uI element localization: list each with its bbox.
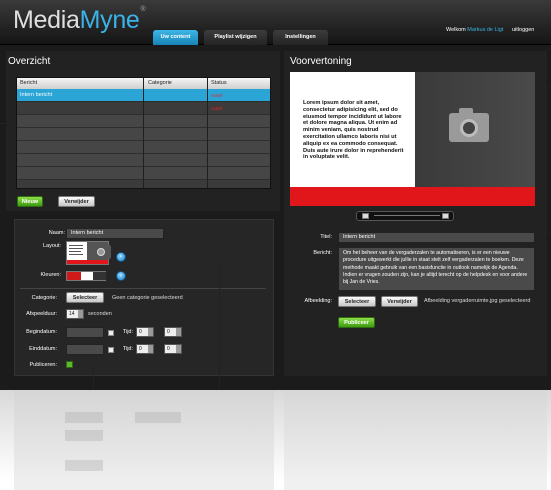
category-status: Geen categorie geselecteerd [112, 295, 183, 301]
begin-tijd-label: Tijd: [122, 329, 133, 335]
reflection-field [65, 412, 103, 423]
color-dark [93, 272, 106, 280]
colors-chevron-icon[interactable]: › [116, 271, 126, 281]
image-status: Afbeelding vergaderruimte.jpg geselectee… [424, 298, 531, 304]
column-bericht[interactable]: Bericht [17, 78, 142, 89]
reflection-field [65, 460, 103, 471]
tab-instellingen[interactable]: Instellingen [273, 30, 328, 45]
titel-input[interactable]: Intern bericht [338, 232, 535, 243]
logout-link[interactable]: uitloggen [512, 27, 534, 33]
cell-bericht [17, 102, 20, 115]
einddatum-label: Einddatum: [29, 346, 57, 352]
begindatum-label: Begindatum: [26, 329, 57, 335]
begindatum-input[interactable] [66, 327, 104, 338]
reflection-area [0, 390, 551, 490]
column-categorie[interactable]: Categorie [145, 78, 207, 89]
reflection-panel [14, 390, 274, 490]
afspeelduur-label: Afspeelduur: [26, 311, 57, 317]
preview-text-area: Lorem ipsum dolor sit amet, consectetur … [290, 72, 415, 187]
reflection-field [135, 412, 181, 423]
column-divider [143, 78, 144, 188]
preview-screen: Lorem ipsum dolor sit amet, consectetur … [290, 72, 535, 206]
new-button[interactable]: Nieuw [17, 196, 43, 207]
publish-button[interactable]: Publiceer [338, 317, 375, 328]
bericht-label: Bericht: [313, 250, 332, 256]
eind-tijd-label: Tijd: [122, 346, 133, 352]
delete-image-button[interactable]: Verwijder [381, 296, 418, 307]
afbeelding-label: Afbeelding: [304, 298, 332, 304]
callout-line [0, 123, 15, 124]
slider-right-handle[interactable] [442, 213, 449, 219]
cell-status: Actief [211, 93, 223, 98]
select-image-button[interactable]: Selecteer [338, 296, 376, 307]
tab-playlist-wijzigen[interactable]: Playlist wijzigen [204, 30, 267, 45]
column-status[interactable]: Status [208, 78, 270, 89]
app-window: MediaMyne® Uw content Playlist wijzigen … [0, 0, 551, 390]
select-category-button[interactable]: Selecteer [66, 292, 104, 303]
divider [20, 288, 266, 289]
einddatum-input[interactable] [66, 344, 104, 355]
logo: MediaMyne® [13, 6, 146, 34]
begin-minute-stepper[interactable]: 0 [164, 327, 182, 337]
slider-left-handle[interactable] [362, 213, 369, 219]
preview-title: Voorvertoning [290, 56, 352, 67]
titel-label: Titel: [320, 234, 332, 240]
naam-label: Naam: [48, 230, 65, 236]
slider-track [374, 215, 440, 216]
eind-minute-stepper[interactable]: 0 [164, 344, 182, 354]
column-divider [207, 78, 208, 188]
camera-icon [91, 245, 111, 259]
publiceren-label: Publiceren: [29, 362, 57, 368]
cell-status: Actief [211, 106, 223, 111]
callout-line [535, 233, 551, 234]
cell-bericht: Intern bericht [20, 92, 53, 98]
begin-hour-stepper[interactable]: 0 [136, 327, 154, 337]
categorie-label: Categorie: [31, 295, 57, 301]
layout-footer-bar [67, 260, 108, 264]
bericht-textarea[interactable]: Om het beheer van de vergaderzalen te au… [338, 247, 535, 291]
eind-hour-stepper[interactable]: 0 [136, 344, 154, 354]
publiceren-checkbox[interactable] [66, 361, 73, 368]
afspeelduur-unit: seconden [88, 311, 112, 317]
color-swatch[interactable] [66, 271, 106, 281]
delete-message-button[interactable]: Verwijder [58, 196, 95, 207]
reflection-field [65, 430, 103, 441]
user-name: Markus de Ligt [467, 27, 504, 33]
preview-footer-bar [290, 187, 535, 206]
tab-uw-content[interactable]: Uw content [153, 30, 198, 45]
layout-label: Layout: [42, 243, 61, 249]
naam-input[interactable]: Intern bericht [66, 228, 164, 239]
preview-slider[interactable] [356, 211, 454, 221]
messages-table: Bericht Categorie Status Intern bericht … [16, 77, 271, 189]
reflection-panel [284, 390, 547, 490]
camera-icon [449, 108, 489, 142]
callout-line [535, 86, 551, 87]
kleuren-label: Kleuren: [40, 272, 62, 278]
preview-body-text: Lorem ipsum dolor sit amet, consectetur … [303, 100, 404, 161]
einddatum-calendar-icon[interactable] [108, 347, 114, 353]
preview-image-area [415, 72, 535, 187]
top-bar: MediaMyne® Uw content Playlist wijzigen … [0, 0, 551, 45]
color-red [67, 272, 81, 280]
edit-form-panel: Naam: Intern bericht Layout: › Kleuren: … [14, 219, 274, 376]
begindatum-calendar-icon[interactable] [108, 330, 114, 336]
afspeelduur-stepper[interactable]: 14 [66, 309, 84, 319]
overview-title: Overzicht [8, 56, 51, 67]
layout-chevron-icon[interactable]: › [116, 252, 126, 262]
welcome-text: Welkom Markus de Ligt [446, 27, 504, 33]
